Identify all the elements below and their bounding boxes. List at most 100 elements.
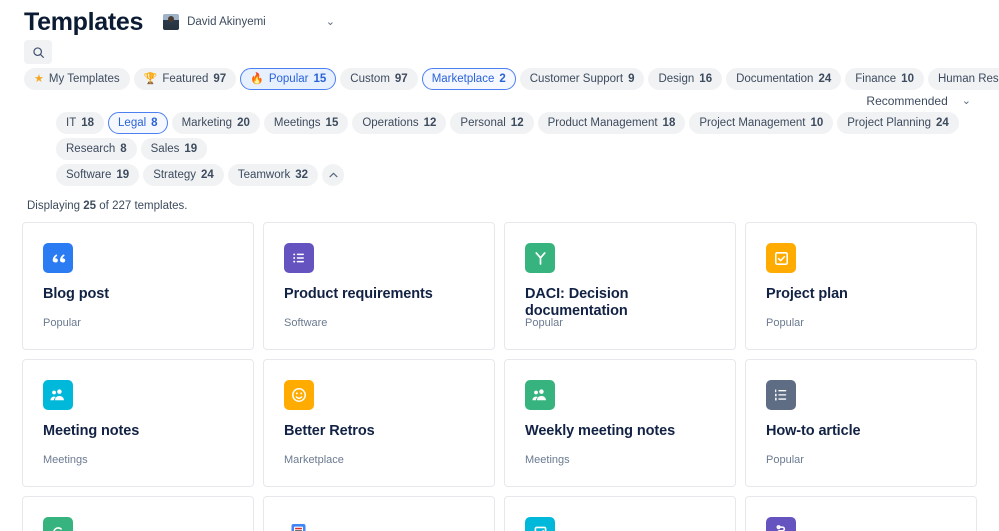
filter-chip-sales[interactable]: Sales19 [141,138,208,160]
filter-chip-it[interactable]: IT 18 [56,112,104,134]
list-icon [284,243,314,273]
template-card[interactable]: Weekly meeting notesMeetings [504,359,736,487]
filter-chip-label: Design [658,73,694,85]
filter-chip-popular[interactable]: 🔥Popular15 [240,68,336,90]
template-card[interactable]: DACI: Decision documentationPopular [504,222,736,350]
filter-chip-count: 10 [810,117,823,129]
template-card[interactable]: RetrospectiveMeetings [22,496,254,531]
chevron-up-icon[interactable] [322,164,344,186]
smiley-icon [284,380,314,410]
filter-chip-label: Operations [362,117,418,129]
template-card-title: Project plan [766,286,956,303]
filter-chip-label: Project Planning [847,117,931,129]
filter-chip-count: 15 [313,73,326,85]
filter-chip-label: Custom [350,73,390,85]
filter-chip-marketing[interactable]: Marketing20 [172,112,260,134]
filter-chip-design[interactable]: Design 16 [648,68,722,90]
filter-chip-project-management[interactable]: Project Management10 [689,112,833,134]
page-header: Templates David Akinyemi ⌄ [0,0,999,36]
filter-chip-project-planning[interactable]: Project Planning 24 [837,112,959,134]
filter-chip-personal[interactable]: Personal12 [450,112,533,134]
filter-chip-count: 15 [326,117,339,129]
roadmap-icon [766,517,796,531]
template-card[interactable]: Blog postPopular [22,222,254,350]
results-total: 227 [112,200,131,212]
filter-chip-customer-support[interactable]: Customer Support9 [520,68,645,90]
results-shown: 25 [83,200,96,212]
filter-chip-product-management[interactable]: Product Management18 [538,112,686,134]
template-card-tag: Meetings [43,454,88,466]
avatar [163,14,179,30]
template-card[interactable]: Meeting notesMeetings [22,359,254,487]
category-chip-group-2: IT 18 Legal 8 Marketing20 Meetings 15 Operation… [24,112,975,160]
filter-chip-label: Legal [118,117,146,129]
template-card[interactable]: Product roadmapSoftware [745,496,977,531]
filter-chip-count: 12 [424,117,437,129]
filter-chip-count: 19 [116,169,129,181]
template-card-tag: Popular [525,317,563,329]
template-card-tag: Software [284,317,327,329]
filter-chip-count: 12 [511,117,524,129]
filter-chip-count: 2 [499,73,505,85]
template-card-title: DACI: Decision documentation [525,286,715,321]
filter-chip-count: 18 [81,117,94,129]
filter-chip-label: IT [66,117,76,129]
chevron-down-icon[interactable]: ⌄ [326,17,335,28]
filter-chip-count: 24 [936,117,949,129]
filter-chip-human-resources[interactable]: Human Resources16 [928,68,999,90]
filter-chip-marketplace[interactable]: Marketplace2 [422,68,516,90]
filter-chip-count: 10 [901,73,914,85]
search-icon[interactable] [24,40,52,64]
template-card[interactable]: Product requirements Software [263,222,495,350]
filter-chip-teamwork[interactable]: Teamwork32 [228,164,318,186]
chevron-down-icon[interactable]: ⌄ [962,96,971,107]
filter-chip-count: 16 [699,73,712,85]
template-grid: Blog postPopularProduct requirementsSoft… [0,222,999,531]
filter-chip-label: Meetings [274,117,321,129]
filter-chip-count: 20 [237,117,250,129]
user-name-label: David Akinyemi [187,16,266,28]
template-card[interactable]: 1-on-1 MeetingMeetings [263,496,495,531]
template-card-tag: Marketplace [284,454,344,466]
filter-chip-count: 8 [151,117,157,129]
sort-label: Recommended [866,94,947,108]
numbered-list-icon [766,380,796,410]
filter-row-1: ★My Templates🏆Featured97🔥Popular15Custom… [24,40,975,108]
template-card[interactable]: Project plan Popular [745,222,977,350]
template-card-title: How-to article [766,423,956,440]
results-prefix: Displaying [27,200,80,212]
template-card[interactable]: To-do listPopular [504,496,736,531]
filter-chip-count: 19 [184,143,197,155]
filter-chip-custom[interactable]: Custom 97 [340,68,417,90]
filter-chip-research[interactable]: Research8 [56,138,137,160]
quote-icon [43,243,73,273]
filter-chip-software[interactable]: Software 19 [56,164,139,186]
template-card[interactable]: How-to articlePopular [745,359,977,487]
checkbox-icon [766,243,796,273]
template-card[interactable]: Better RetrosMarketplace [263,359,495,487]
category-chip-group-1: ★My Templates🏆Featured97🔥Popular15Custom… [24,68,999,90]
template-card-title: Product requirements [284,286,474,303]
filter-chip-count: 24 [818,73,831,85]
filter-chip-legal[interactable]: Legal 8 [108,112,168,134]
template-card-title: Weekly meeting notes [525,423,715,440]
filter-chip-label: Featured [162,73,208,85]
filter-chip-strategy[interactable]: Strategy24 [143,164,224,186]
filter-chip-documentation[interactable]: Documentation24 [726,68,841,90]
filter-chip-my-templates[interactable]: ★My Templates [24,68,130,90]
filter-chip-finance[interactable]: Finance10 [845,68,924,90]
templates-page: Templates David Akinyemi ⌄ ★My Templates… [0,0,999,531]
template-card-tag: Popular [766,317,804,329]
results-middle: of [99,200,109,212]
user-selector[interactable]: David Akinyemi ⌄ [159,12,339,32]
results-count: Displaying 25 of 227 templates. [0,186,999,222]
filter-chip-operations[interactable]: Operations 12 [352,112,446,134]
refresh-icon [43,517,73,531]
filter-chip-label: Software [66,169,111,181]
filter-chip-count: 97 [395,73,408,85]
filter-chip-featured[interactable]: 🏆Featured97 [134,68,237,90]
sort-selector[interactable]: Recommended ⌄ [866,94,975,108]
filter-chip-meetings[interactable]: Meetings 15 [264,112,348,134]
filter-chip-count: 8 [120,143,126,155]
template-card-title: Blog post [43,286,233,303]
